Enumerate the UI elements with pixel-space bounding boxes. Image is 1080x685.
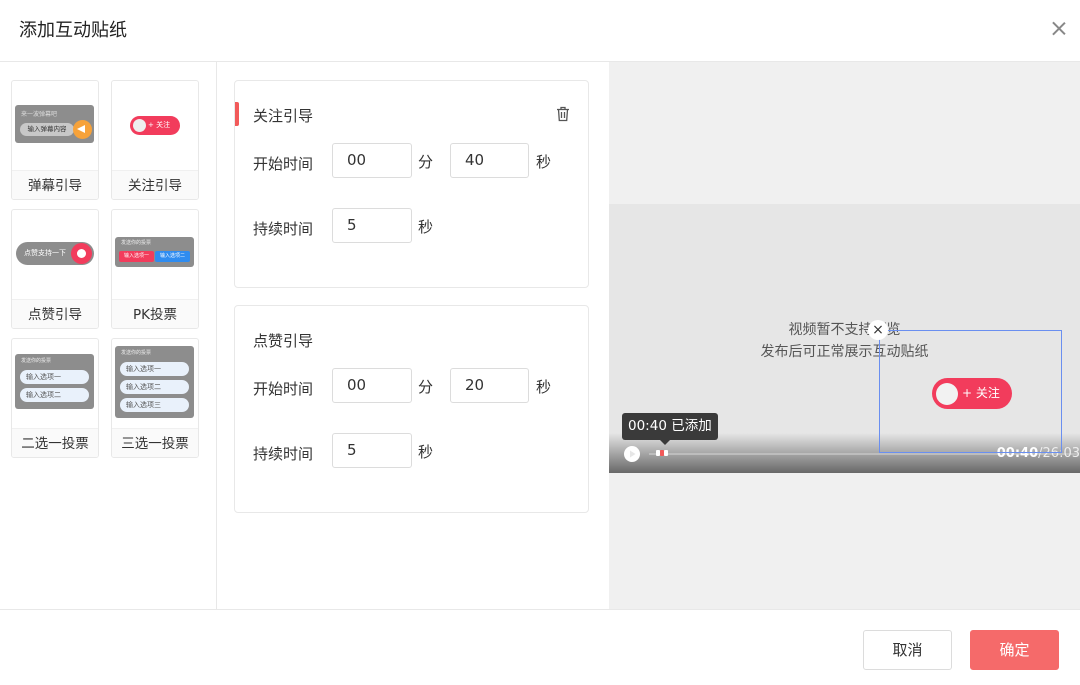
start-minute-input[interactable]: 00 <box>332 368 412 403</box>
sticker-label: PK投票 <box>112 299 198 328</box>
start-minute-input[interactable]: 00 <box>332 143 412 178</box>
card-title: 点赞引导 <box>253 332 314 350</box>
preview-panel: 视频暂不支持预览 发布后可正常展示互动贴纸 00:40/26:03 00:40 … <box>609 62 1080 609</box>
follow-mini-button: + 关注 <box>130 116 180 135</box>
follow-sticker[interactable]: + 关注 <box>932 378 1012 409</box>
sticker-danmu-guide[interactable]: 来一波弹幕吧 输入弹幕内容 弹幕引导 <box>11 80 99 200</box>
confirm-button[interactable]: 确定 <box>970 630 1059 670</box>
card-title: 关注引导 <box>253 107 314 125</box>
duration-input[interactable]: 5 <box>332 208 412 243</box>
start-second-input[interactable]: 40 <box>450 143 529 178</box>
sticker-label: 关注引导 <box>112 170 198 199</box>
sticker-pk-vote[interactable]: 发送你的投票 输入选项一 输入选项二 PK投票 <box>111 209 199 329</box>
minute-unit: 分 <box>418 378 434 396</box>
vote-option-3: 输入选项三 <box>120 398 189 412</box>
vote-option-2: 输入选项二 <box>20 388 89 402</box>
config-card-follow[interactable]: 关注引导 开始时间 00 分 40 秒 持续时间 5 秒 <box>234 80 589 288</box>
send-icon <box>73 120 92 139</box>
pk-option-b: 输入选项二 <box>155 251 190 262</box>
dialog-title: 添加互动贴纸 <box>19 20 127 41</box>
vote-option-2: 输入选项二 <box>120 380 189 394</box>
sticker-like-guide[interactable]: 点赞支持一下 点赞引导 <box>11 209 99 329</box>
remove-sticker-icon[interactable]: × <box>868 320 888 340</box>
avatar <box>936 383 958 405</box>
marker-tooltip: 00:40 已添加 <box>622 413 718 445</box>
add-sticker-dialog: 添加互动贴纸 来一波弹幕吧 输入弹幕内容 弹幕引导 + 关注 关注引导 点赞支持… <box>0 0 1080 685</box>
duration-label: 持续时间 <box>253 220 314 238</box>
start-time-label: 开始时间 <box>253 380 314 398</box>
sticker-marker[interactable] <box>664 450 668 456</box>
vote-option-1: 输入选项一 <box>20 370 89 384</box>
like-mini-bar: 点赞支持一下 <box>16 242 94 265</box>
start-second-input[interactable]: 20 <box>450 368 529 403</box>
selected-indicator <box>235 102 239 126</box>
sticker-palette: 来一波弹幕吧 输入弹幕内容 弹幕引导 + 关注 关注引导 点赞支持一下 点赞引导… <box>0 62 217 609</box>
duration-label: 持续时间 <box>253 445 314 463</box>
sticker-label: 点赞引导 <box>12 299 98 328</box>
play-icon[interactable] <box>623 445 641 463</box>
trash-icon[interactable] <box>556 106 570 122</box>
two-choice-thumb: 发送你的投票 输入选项一 输入选项二 <box>12 339 98 428</box>
like-thumb: 点赞支持一下 <box>12 210 98 299</box>
cancel-button[interactable]: 取消 <box>863 630 952 670</box>
dialog-footer: 取消 确定 <box>0 609 1080 685</box>
config-card-like[interactable]: 点赞引导 开始时间 00 分 20 秒 持续时间 5 秒 <box>234 305 589 513</box>
sticker-label: 二选一投票 <box>12 428 98 457</box>
like-icon <box>71 243 92 264</box>
sticker-two-choice-vote[interactable]: 发送你的投票 输入选项一 输入选项二 二选一投票 <box>11 338 99 458</box>
dialog-header: 添加互动贴纸 <box>0 0 1080 62</box>
sticker-three-choice-vote[interactable]: 发送你的投票 输入选项一 输入选项二 输入选项三 三选一投票 <box>111 338 199 458</box>
danmu-input: 输入弹幕内容 <box>20 123 74 136</box>
pk-thumb: 发送你的投票 输入选项一 输入选项二 <box>112 210 198 299</box>
second-unit: 秒 <box>536 153 552 171</box>
danmu-hint: 来一波弹幕吧 <box>21 111 58 118</box>
sticker-follow-guide[interactable]: + 关注 关注引导 <box>111 80 199 200</box>
duration-unit: 秒 <box>418 443 434 461</box>
follow-thumb: + 关注 <box>112 81 198 170</box>
minute-unit: 分 <box>418 153 434 171</box>
three-choice-thumb: 发送你的投票 输入选项一 输入选项二 输入选项三 <box>112 339 198 428</box>
follow-sticker-label: + 关注 <box>962 386 1000 400</box>
vote-option-1: 输入选项一 <box>120 362 189 376</box>
close-icon[interactable] <box>1047 17 1071 41</box>
video-preview: 视频暂不支持预览 发布后可正常展示互动贴纸 00:40/26:03 00:40 … <box>609 204 1080 473</box>
sticker-label: 三选一投票 <box>112 428 198 457</box>
pk-option-a: 输入选项一 <box>119 251 154 262</box>
sticker-label: 弹幕引导 <box>12 170 98 199</box>
duration-input[interactable]: 5 <box>332 433 412 468</box>
start-time-label: 开始时间 <box>253 155 314 173</box>
second-unit: 秒 <box>536 378 552 396</box>
sticker-config-column: 关注引导 开始时间 00 分 40 秒 持续时间 5 秒 点赞引导 开始时间 0… <box>217 62 609 609</box>
danmu-thumb: 来一波弹幕吧 输入弹幕内容 <box>12 81 98 170</box>
duration-unit: 秒 <box>418 218 434 236</box>
